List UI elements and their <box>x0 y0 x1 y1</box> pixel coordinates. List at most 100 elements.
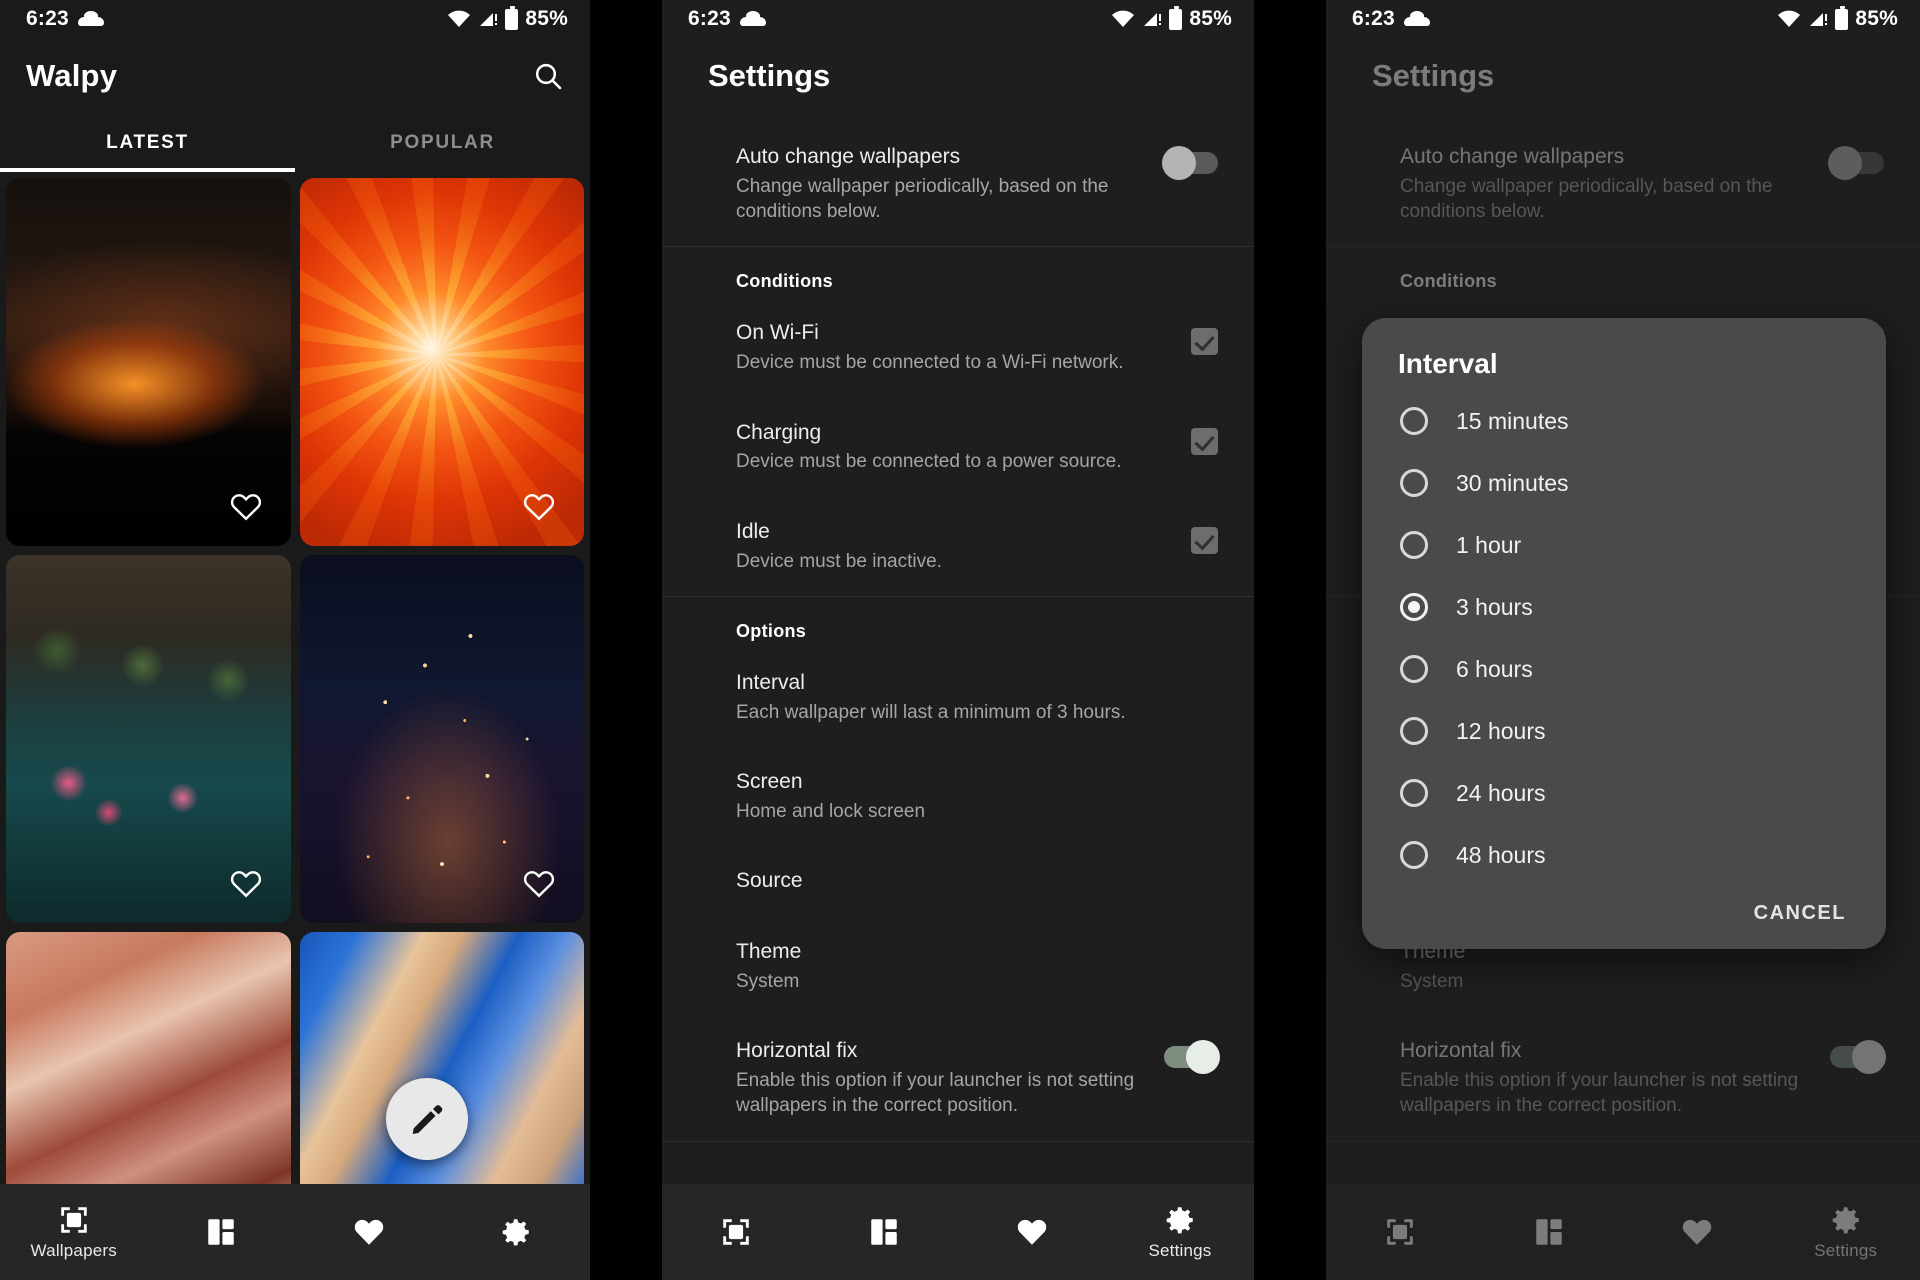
nav-item-settings[interactable]: Settings <box>1106 1203 1254 1261</box>
checkbox-idle[interactable] <box>1191 526 1218 554</box>
row-subtitle: Device must be connected to a Wi-Fi netw… <box>736 352 1124 374</box>
nav-item-categories[interactable] <box>1475 1215 1624 1249</box>
heart-icon[interactable] <box>229 867 263 901</box>
cellular-signal-icon <box>1144 13 1162 26</box>
dialog-option-48-hours[interactable]: 48 hours <box>1362 824 1886 886</box>
dialog-option-15-minutes[interactable]: 15 minutes <box>1362 390 1886 452</box>
radio-button[interactable] <box>1400 469 1428 497</box>
interval-dialog: Interval 15 minutes 30 minutes 1 hour 3 … <box>1362 318 1886 949</box>
tab-latest[interactable]: LATEST <box>0 114 295 172</box>
page-title: Settings <box>1372 58 1495 93</box>
heart-icon[interactable] <box>229 490 263 524</box>
dialog-option-6-hours[interactable]: 6 hours <box>1362 638 1886 700</box>
nav-item-favorites[interactable] <box>958 1215 1106 1249</box>
nav-item-settings[interactable] <box>443 1215 591 1249</box>
nav-item-favorites[interactable] <box>1623 1215 1772 1249</box>
page-title: Settings <box>708 58 831 93</box>
gear-icon <box>1166 1207 1193 1234</box>
radio-button[interactable] <box>1400 841 1428 869</box>
dialog-option-30-minutes[interactable]: 30 minutes <box>1362 452 1886 514</box>
row-condition-wifi[interactable]: On Wi-Fi Device must be connected to a W… <box>662 298 1254 397</box>
nav-item-favorites[interactable] <box>295 1215 443 1249</box>
bottom-nav: Settings <box>1326 1184 1920 1280</box>
status-bar-left: 6:23 <box>26 7 104 31</box>
dialog-option-label: 1 hour <box>1456 531 1522 558</box>
battery-icon <box>1169 5 1183 30</box>
toggle-auto-change[interactable] <box>1162 146 1218 180</box>
toggle-auto-change[interactable] <box>1828 146 1884 180</box>
row-title: Horizontal fix <box>736 1039 858 1063</box>
radio-button[interactable] <box>1400 655 1428 683</box>
nav-item-categories[interactable] <box>148 1215 296 1249</box>
categories-grid-icon <box>871 1219 897 1245</box>
row-text: Screen Home and lock screen <box>736 769 1218 824</box>
bottom-nav: Wallpapers <box>0 1184 590 1280</box>
heart-icon[interactable] <box>522 867 556 901</box>
row-auto-change-wallpapers[interactable]: Auto change wallpapers Change wallpaper … <box>662 122 1254 246</box>
row-subtitle: Change wallpaper periodically, based on … <box>1400 175 1773 223</box>
checkbox-on-wifi[interactable] <box>1191 328 1218 356</box>
section-header-conditions: Conditions <box>736 271 833 292</box>
page-title: Walpy <box>26 58 118 93</box>
row-subtitle: Change wallpaper periodically, based on … <box>736 175 1109 223</box>
radio-button[interactable] <box>1400 531 1428 559</box>
row-option-screen[interactable]: Screen Home and lock screen <box>662 747 1254 846</box>
categories-grid-icon <box>1536 1219 1562 1245</box>
wifi-icon <box>1112 10 1135 27</box>
row-condition-idle[interactable]: Idle Device must be inactive. <box>662 497 1254 596</box>
checkbox-charging[interactable] <box>1191 427 1218 455</box>
dialog-option-12-hours[interactable]: 12 hours <box>1362 700 1886 762</box>
nav-item-settings[interactable]: Settings <box>1772 1203 1920 1261</box>
tab-popular[interactable]: POPULAR <box>295 114 590 172</box>
row-text: Charging Device must be connected to a p… <box>736 420 1175 475</box>
row-option-horizontal-fix[interactable]: Horizontal fix Enable this option if you… <box>1326 1016 1920 1140</box>
row-auto-change-wallpapers[interactable]: Auto change wallpapers Change wallpaper … <box>1326 122 1920 246</box>
search-icon[interactable] <box>532 60 564 92</box>
nav-item-wallpapers[interactable] <box>1326 1215 1475 1249</box>
nav-item-categories[interactable] <box>810 1215 958 1249</box>
screen-settings: 6:23 85% Settings Auto change wallpapers <box>662 0 1254 1280</box>
battery-icon <box>505 5 519 30</box>
toggle-horizontal-fix[interactable] <box>1164 1040 1220 1075</box>
nav-item-wallpapers[interactable]: Wallpapers <box>0 1203 148 1261</box>
row-title: On Wi-Fi <box>736 321 819 345</box>
row-text: Source <box>736 868 1218 895</box>
row-subtitle: Home and lock screen <box>736 800 926 822</box>
radio-button[interactable] <box>1400 407 1428 435</box>
row-option-interval[interactable]: Interval Each wallpaper will last a mini… <box>662 648 1254 747</box>
cellular-signal-icon <box>480 13 498 26</box>
dialog-option-label: 12 hours <box>1456 717 1546 744</box>
toggle-horizontal-fix[interactable] <box>1830 1040 1886 1075</box>
dialog-option-1-hour[interactable]: 1 hour <box>1362 514 1886 576</box>
row-condition-charging[interactable]: Charging Device must be connected to a p… <box>662 398 1254 497</box>
row-option-theme[interactable]: Theme System <box>662 917 1254 1016</box>
cancel-button[interactable]: CANCEL <box>1754 902 1846 925</box>
row-title: Auto change wallpapers <box>736 145 961 168</box>
dialog-option-label: 3 hours <box>1456 593 1533 620</box>
bottom-nav: Settings <box>662 1184 1254 1280</box>
wallpaper-thumb-sparks-night[interactable] <box>299 555 584 923</box>
dialog-option-24-hours[interactable]: 24 hours <box>1362 762 1886 824</box>
edit-fab-button[interactable] <box>386 1078 468 1160</box>
wallpaper-thumb-flower-truck[interactable] <box>6 555 291 923</box>
row-option-source[interactable]: Source <box>662 846 1254 917</box>
heart-icon[interactable] <box>522 490 556 524</box>
row-subtitle: Device must be inactive. <box>736 550 942 572</box>
row-option-horizontal-fix[interactable]: Horizontal fix Enable this option if you… <box>662 1016 1254 1140</box>
toggle-knob <box>1828 146 1862 180</box>
panel-divider-2 <box>1254 0 1326 1280</box>
dialog-option-label: 6 hours <box>1456 655 1533 682</box>
radio-button[interactable] <box>1400 717 1428 745</box>
row-title: Auto change wallpapers <box>1400 145 1625 168</box>
app-bar: Walpy <box>0 38 590 114</box>
radio-button-selected[interactable] <box>1400 593 1428 621</box>
battery-percent: 85% <box>525 7 568 30</box>
wallpaper-thumb-storm-sunset[interactable] <box>6 178 291 546</box>
dialog-option-3-hours[interactable]: 3 hours <box>1362 576 1886 638</box>
nav-item-wallpapers[interactable] <box>662 1215 810 1249</box>
cellular-signal-icon <box>1810 13 1828 26</box>
nav-label-wallpapers: Wallpapers <box>30 1241 117 1260</box>
wallpaper-thumb-orange-abstract[interactable] <box>299 178 584 546</box>
gear-icon <box>502 1219 529 1246</box>
radio-button[interactable] <box>1400 779 1428 807</box>
